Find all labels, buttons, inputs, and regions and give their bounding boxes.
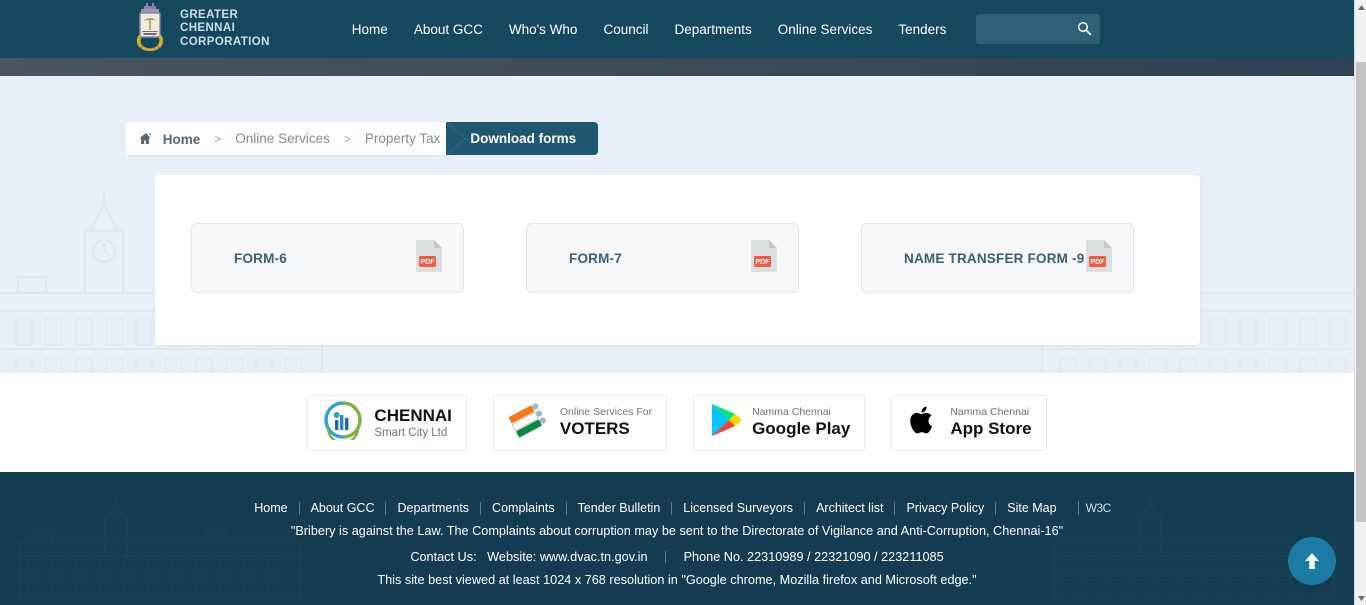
home-icon [139, 132, 157, 148]
site-title: GREATER CHENNAI CORPORATION [180, 9, 270, 50]
badge-title: CHENNAI [374, 405, 452, 425]
badge-app-store[interactable]: Namma Chennai App Store [891, 394, 1047, 451]
svg-text:PDF: PDF [755, 257, 770, 266]
pdf-icon: PDF [1085, 239, 1113, 278]
nav-item-council[interactable]: Council [603, 22, 648, 37]
breadcrumb-item-home[interactable]: Home [139, 131, 200, 147]
footer-link-site-map[interactable]: Site Map [996, 501, 1067, 515]
footer-links: Home About GCC Departments Complaints Te… [0, 501, 1354, 515]
badge-title: VOTERS [559, 419, 630, 438]
google-play-logo-icon [708, 401, 742, 444]
badge-subtitle: Namma Chennai [752, 406, 831, 418]
chennai-smart-city-logo-icon [322, 400, 364, 445]
site-footer: Home About GCC Departments Complaints Te… [0, 472, 1354, 605]
voters-logo-icon [508, 400, 550, 445]
logo-line-2: CHENNAI [180, 22, 236, 35]
nav-item-about-gcc[interactable]: About GCC [414, 22, 483, 37]
nav-item-home[interactable]: Home [352, 22, 388, 37]
badge-voters-online-services[interactable]: Online Services For VOTERS [492, 394, 668, 451]
scrollbar-up-arrow[interactable] [1355, 0, 1366, 14]
breadcrumb-item-online-services[interactable]: Online Services [235, 131, 330, 146]
page-scrollbar[interactable] [1354, 0, 1366, 605]
pdf-icon: PDF [750, 239, 778, 278]
search-box[interactable] [976, 14, 1101, 44]
pdf-icon: PDF [415, 239, 443, 278]
breadcrumb-home-label: Home [162, 131, 201, 147]
logo-line-1: GREATER [180, 8, 239, 21]
site-logo[interactable]: GREATER CHENNAI CORPORATION [130, 2, 270, 56]
bribery-notice: "Bribery is against the Law. The Complai… [290, 524, 1064, 538]
contact-divider [665, 551, 667, 563]
website-label: Website: [487, 550, 537, 564]
best-viewed-note: This site best viewed at least 1024 x 76… [377, 573, 977, 587]
badge-google-play[interactable]: Namma Chennai Google Play [693, 394, 866, 451]
form-card-form-6[interactable]: FORM-6 PDF [191, 223, 464, 293]
form-card-label: FORM-6 [234, 250, 287, 266]
footer-link-licensed-surveyors[interactable]: Licensed Surveyors [672, 501, 804, 515]
footer-link-about-gcc[interactable]: About GCC [300, 501, 386, 515]
apple-logo-icon [906, 401, 940, 444]
footer-link-privacy-policy[interactable]: Privacy Policy [895, 501, 995, 515]
logo-line-3: CORPORATION [180, 35, 270, 48]
badge-text: Online Services For VOTERS [560, 406, 652, 439]
arrow-up-icon [1305, 553, 1319, 569]
footer-link-tender-bulletin[interactable]: Tender Bulletin [567, 501, 672, 515]
website-link[interactable]: www.dvac.tn.gov.in [540, 550, 648, 564]
search-icon[interactable] [1077, 21, 1092, 41]
badge-chennai-smart-city[interactable]: CHENNAI Smart City Ltd [307, 394, 467, 451]
breadcrumb-separator-2: > [343, 131, 351, 146]
badge-text: Namma Chennai App Store [950, 406, 1031, 439]
partner-badges-row: CHENNAI Smart City Ltd Online Services F… [0, 373, 1354, 472]
footer-link-complaints[interactable]: Complaints [481, 501, 566, 515]
form-card-name-transfer-form-9[interactable]: NAME TRANSFER FORM -9 PDF [861, 223, 1134, 293]
header-divider-band [0, 58, 1354, 76]
contact-label: Contact Us: [410, 550, 477, 564]
badge-text: Namma Chennai Google Play [752, 406, 850, 439]
nav-item-tenders[interactable]: Tenders [898, 22, 946, 37]
main-navigation: Home About GCC Who's Who Council Departm… [352, 22, 947, 37]
nav-item-whos-who[interactable]: Who's Who [509, 22, 578, 37]
site-header: GREATER CHENNAI CORPORATION Home About G… [0, 0, 1354, 58]
badge-text: CHENNAI Smart City Ltd [374, 406, 451, 440]
breadcrumb-trail: Home > Online Services > Property Tax [125, 122, 459, 155]
breadcrumb: Home > Online Services > Property Tax Do… [125, 122, 599, 155]
footer-link-departments[interactable]: Departments [386, 501, 480, 515]
form-card-form-7[interactable]: FORM-7 PDF [526, 223, 799, 293]
badge-subtitle: Namma Chennai [950, 406, 1030, 418]
page-root: GREATER CHENNAI CORPORATION Home About G… [0, 0, 1366, 605]
scrollbar-thumb[interactable] [1356, 62, 1366, 522]
badge-subtitle: Smart City Ltd [374, 426, 448, 439]
form-card-label: FORM-7 [569, 250, 622, 266]
contact-line: Contact Us: Website: www.dvac.tn.gov.in … [0, 550, 1354, 564]
scrollbar-down-arrow[interactable] [1355, 591, 1366, 605]
nav-item-online-services[interactable]: Online Services [778, 22, 873, 37]
w3c-badge-icon[interactable]: W3C [1077, 501, 1111, 515]
breadcrumb-item-download-forms[interactable]: Download forms [443, 122, 599, 155]
svg-text:PDF: PDF [1090, 257, 1105, 266]
breadcrumb-active-label: Download forms [470, 131, 577, 146]
search-input[interactable] [981, 15, 1078, 43]
forms-panel: FORM-6 PDF FORM-7 PDF NAME TRANSFER FORM… [155, 175, 1200, 345]
phone-numbers: Phone No. 22310989 / 22321090 / 22321108… [683, 550, 944, 564]
footer-link-home[interactable]: Home [243, 501, 298, 515]
scroll-to-top-button[interactable] [1288, 537, 1336, 585]
gcc-crest-icon [130, 2, 170, 56]
nav-item-departments[interactable]: Departments [674, 22, 751, 37]
footer-link-architect-list[interactable]: Architect list [805, 501, 894, 515]
forms-card-list: FORM-6 PDF FORM-7 PDF NAME TRANSFER FORM… [155, 175, 1200, 293]
svg-text:PDF: PDF [420, 257, 435, 266]
breadcrumb-separator-1: > [214, 131, 222, 146]
form-card-label: NAME TRANSFER FORM -9 [904, 250, 1085, 266]
breadcrumb-item-property-tax[interactable]: Property Tax [365, 131, 441, 146]
badge-title: App Store [950, 419, 1032, 438]
badge-subtitle: Online Services For [559, 406, 653, 418]
breadcrumb-arrow-icon [443, 122, 466, 155]
badge-title: Google Play [752, 419, 851, 438]
